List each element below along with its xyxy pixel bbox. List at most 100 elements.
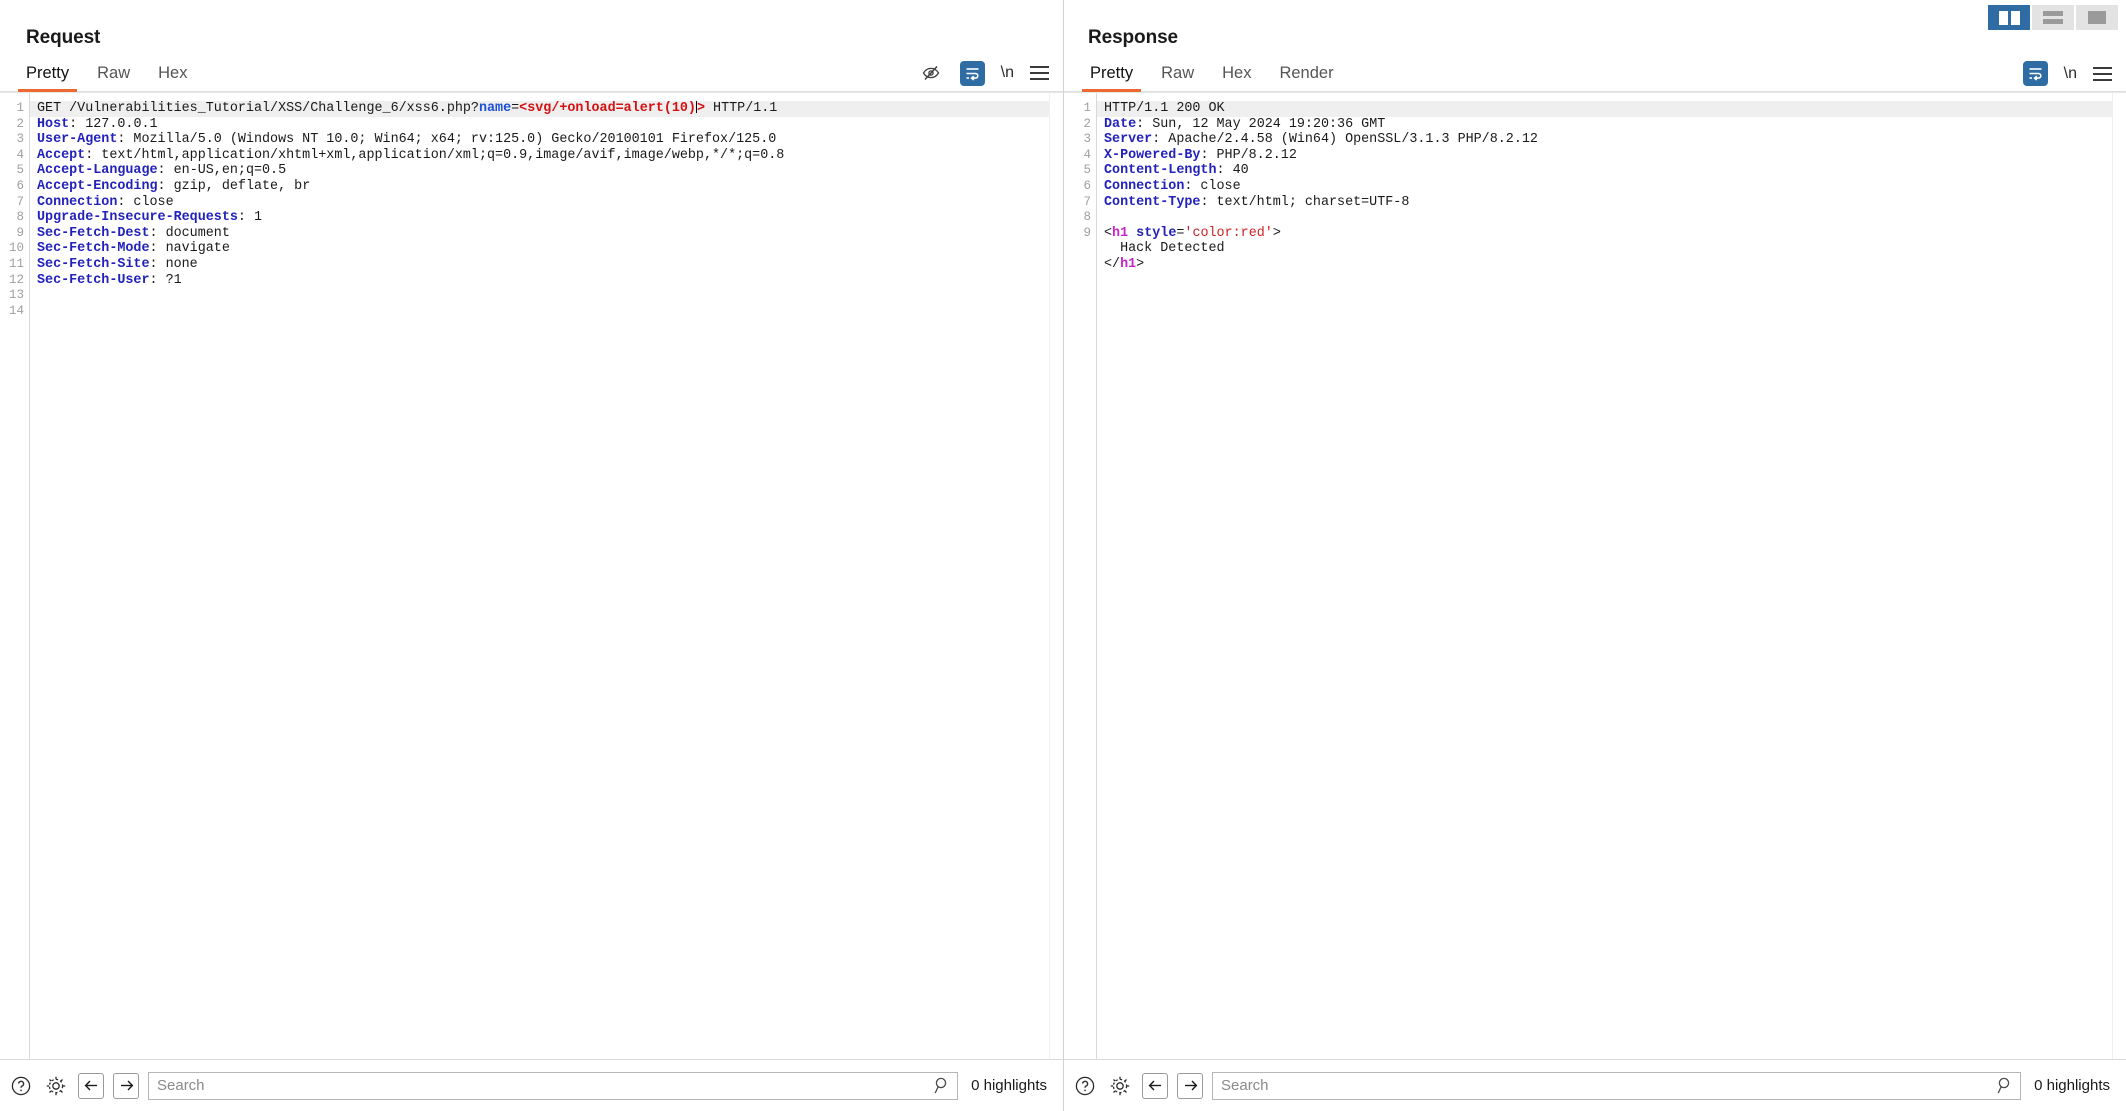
request-line-numbers: 1 2 3 4 5 6 7 8 9 10 11 12 13 14 xyxy=(0,93,29,1059)
code-line: <h1 style='color:red'> xyxy=(1104,225,1281,241)
code-line: Sec-Fetch-Mode: navigate xyxy=(37,241,230,257)
tab-response-raw[interactable]: Raw xyxy=(1147,64,1208,92)
gear-icon[interactable] xyxy=(43,1073,69,1099)
line-number: 2 xyxy=(1083,116,1091,131)
code-line: Sec-Fetch-Dest: document xyxy=(37,225,230,241)
layout-toggle-group xyxy=(1988,5,2118,30)
code-line: User-Agent: Mozilla/5.0 (Windows NT 10.0… xyxy=(37,132,777,148)
request-editor[interactable]: 1 2 3 4 5 6 7 8 9 10 11 12 13 14 GET /Vu… xyxy=(0,92,1063,1059)
word-wrap-icon[interactable] xyxy=(959,60,985,86)
line-number: 8 xyxy=(16,210,24,225)
line-number: 5 xyxy=(1083,163,1091,178)
code-line: Sec-Fetch-Site: none xyxy=(37,256,198,272)
response-highlight-count: 0 highlights xyxy=(2034,1077,2110,1094)
horizontal-split-icon xyxy=(2043,11,2063,24)
line-number: 6 xyxy=(16,178,24,193)
layout-horizontal-split-button[interactable] xyxy=(2032,5,2074,30)
line-number: 6 xyxy=(1083,178,1091,193)
request-highlight-count: 0 highlights xyxy=(971,1077,1047,1094)
single-pane-icon xyxy=(2088,11,2106,24)
tab-response-pretty[interactable]: Pretty xyxy=(1076,64,1147,92)
search-next-button[interactable] xyxy=(113,1072,139,1099)
tab-response-render[interactable]: Render xyxy=(1265,64,1347,92)
line-number: 11 xyxy=(8,256,24,271)
tab-response-hex[interactable]: Hex xyxy=(1208,64,1265,92)
line-number: 10 xyxy=(8,241,24,256)
code-line: Server: Apache/2.4.58 (Win64) OpenSSL/3.… xyxy=(1104,132,1538,148)
code-line: HTTP/1.1 200 OK xyxy=(1097,101,2112,117)
help-icon[interactable] xyxy=(8,1073,34,1099)
request-search-bar: 0 highlights xyxy=(0,1059,1063,1111)
gear-icon[interactable] xyxy=(1107,1073,1133,1099)
line-number: 5 xyxy=(16,163,24,178)
request-title: Request xyxy=(26,27,101,48)
line-number: 1 xyxy=(1083,101,1091,115)
response-scrollbar[interactable] xyxy=(2112,93,2126,1059)
tab-request-hex[interactable]: Hex xyxy=(144,64,201,92)
hide-icon[interactable] xyxy=(918,60,944,86)
search-next-button[interactable] xyxy=(1177,1072,1203,1099)
menu-icon[interactable] xyxy=(2093,66,2112,81)
code-line: Content-Length: 40 xyxy=(1104,163,1249,179)
code-line: Host: 127.0.0.1 xyxy=(37,116,158,132)
code-line: GET /Vulnerabilities_Tutorial/XSS/Challe… xyxy=(30,101,1049,117)
code-line: Sec-Fetch-User: ?1 xyxy=(37,272,182,288)
code-line: Date: Sun, 12 May 2024 19:20:36 GMT xyxy=(1104,116,1386,132)
search-input[interactable] xyxy=(148,1071,959,1100)
line-number: 1 xyxy=(16,101,24,115)
line-number: 8 xyxy=(1083,210,1091,225)
layout-single-pane-button[interactable] xyxy=(2076,5,2118,30)
code-line: Connection: close xyxy=(1104,178,1241,194)
menu-icon[interactable] xyxy=(1030,66,1049,80)
request-scrollbar[interactable] xyxy=(1049,93,1063,1059)
search-previous-button[interactable] xyxy=(1142,1072,1168,1099)
response-tabstrip: Pretty Raw Hex Render \n xyxy=(1064,58,2126,92)
line-number: 7 xyxy=(16,194,24,209)
request-message-body[interactable]: GET /Vulnerabilities_Tutorial/XSS/Challe… xyxy=(29,93,1049,1059)
line-number: 2 xyxy=(16,116,24,131)
line-number xyxy=(1064,257,1096,273)
newline-toggle-icon[interactable]: \n xyxy=(2064,65,2077,83)
help-icon[interactable] xyxy=(1072,1073,1098,1099)
code-line: Content-Type: text/html; charset=UTF-8 xyxy=(1104,194,1410,210)
response-line-numbers: 1 2 3 4 5 6 7 8 9 xyxy=(1064,93,1096,1059)
search-previous-button[interactable] xyxy=(78,1072,104,1099)
newline-toggle-icon[interactable]: \n xyxy=(1001,64,1014,82)
code-line: </h1> xyxy=(1104,256,1145,272)
code-line: X-Powered-By: PHP/8.2.12 xyxy=(1104,147,1297,163)
code-line: Accept-Language: en-US,en;q=0.5 xyxy=(37,163,287,179)
line-number: 14 xyxy=(8,303,24,318)
line-number: 13 xyxy=(8,288,24,303)
word-wrap-icon[interactable] xyxy=(2022,61,2048,86)
search-input[interactable] xyxy=(1212,1071,2022,1100)
code-line: Hack Detected xyxy=(1104,241,1225,257)
line-number: 12 xyxy=(8,272,24,287)
tab-request-pretty[interactable]: Pretty xyxy=(12,64,83,92)
line-number: 4 xyxy=(1083,147,1091,162)
response-search-field-wrap xyxy=(1212,1071,2022,1100)
line-number: 7 xyxy=(1083,194,1091,209)
response-search-bar: 0 highlights xyxy=(1064,1059,2126,1111)
line-number: 9 xyxy=(16,225,24,240)
request-tabstrip: Pretty Raw Hex \n xyxy=(0,58,1063,92)
code-line: Accept: text/html,application/xhtml+xml,… xyxy=(37,147,785,163)
line-number: 4 xyxy=(16,147,24,162)
response-message-body[interactable]: HTTP/1.1 200 OK Date: Sun, 12 May 2024 19… xyxy=(1096,93,2112,1059)
line-number xyxy=(1064,241,1096,257)
response-pane: Response Pretty Raw Hex Render \n 1 2 3 … xyxy=(1063,0,2126,1111)
repeater-workspace: Request Pretty Raw Hex \n 1 2 3 4 5 6 7 … xyxy=(0,0,2126,1111)
tab-request-raw[interactable]: Raw xyxy=(83,64,144,92)
code-line: Accept-Encoding: gzip, deflate, br xyxy=(37,178,311,194)
request-search-field-wrap xyxy=(148,1071,959,1100)
line-number: 9 xyxy=(1083,225,1091,240)
response-tool-group: \n xyxy=(2022,61,2112,86)
code-line: Upgrade-Insecure-Requests: 1 xyxy=(37,210,263,226)
vertical-split-icon xyxy=(1998,10,2020,25)
request-pane: Request Pretty Raw Hex \n 1 2 3 4 5 6 7 … xyxy=(0,0,1063,1111)
layout-vertical-split-button[interactable] xyxy=(1988,5,2030,30)
line-number: 3 xyxy=(1083,132,1091,147)
response-editor[interactable]: 1 2 3 4 5 6 7 8 9 HTTP/1.1 200 OK Date: S… xyxy=(1064,92,2126,1059)
